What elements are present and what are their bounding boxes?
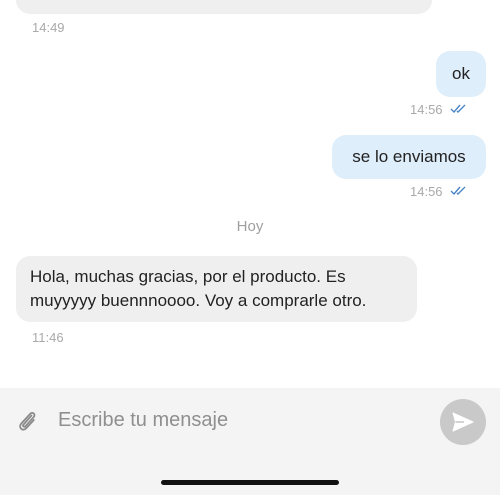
message-input[interactable] xyxy=(58,404,418,436)
message-bubble-outgoing: ok xyxy=(436,51,486,97)
message-time: 14:56 xyxy=(410,102,443,117)
send-icon xyxy=(452,412,474,432)
send-button[interactable] xyxy=(440,399,486,445)
home-indicator xyxy=(161,480,339,485)
message-time: 14:56 xyxy=(410,184,443,199)
message-bubble-incoming xyxy=(16,0,432,14)
paperclip-icon[interactable] xyxy=(16,409,38,433)
message-time: 14:49 xyxy=(32,20,65,35)
message-time: 11:46 xyxy=(32,330,64,345)
double-check-icon xyxy=(450,186,466,196)
message-composer xyxy=(0,388,500,495)
double-check-icon xyxy=(450,104,466,114)
day-separator: Hoy xyxy=(236,218,264,235)
chat-screen: 14:49 ok 14:56 se lo enviamos 14:56 Hoy … xyxy=(0,0,500,495)
message-bubble-incoming: Hola, muchas gracias, por el producto. E… xyxy=(16,256,417,322)
message-text-line: Hola, muchas gracias, por el producto. E… xyxy=(30,267,346,286)
message-bubble-outgoing: se lo enviamos xyxy=(332,135,486,179)
message-text-line: muyyyyy buennnoooo. Voy a comprarle otro… xyxy=(30,291,367,310)
